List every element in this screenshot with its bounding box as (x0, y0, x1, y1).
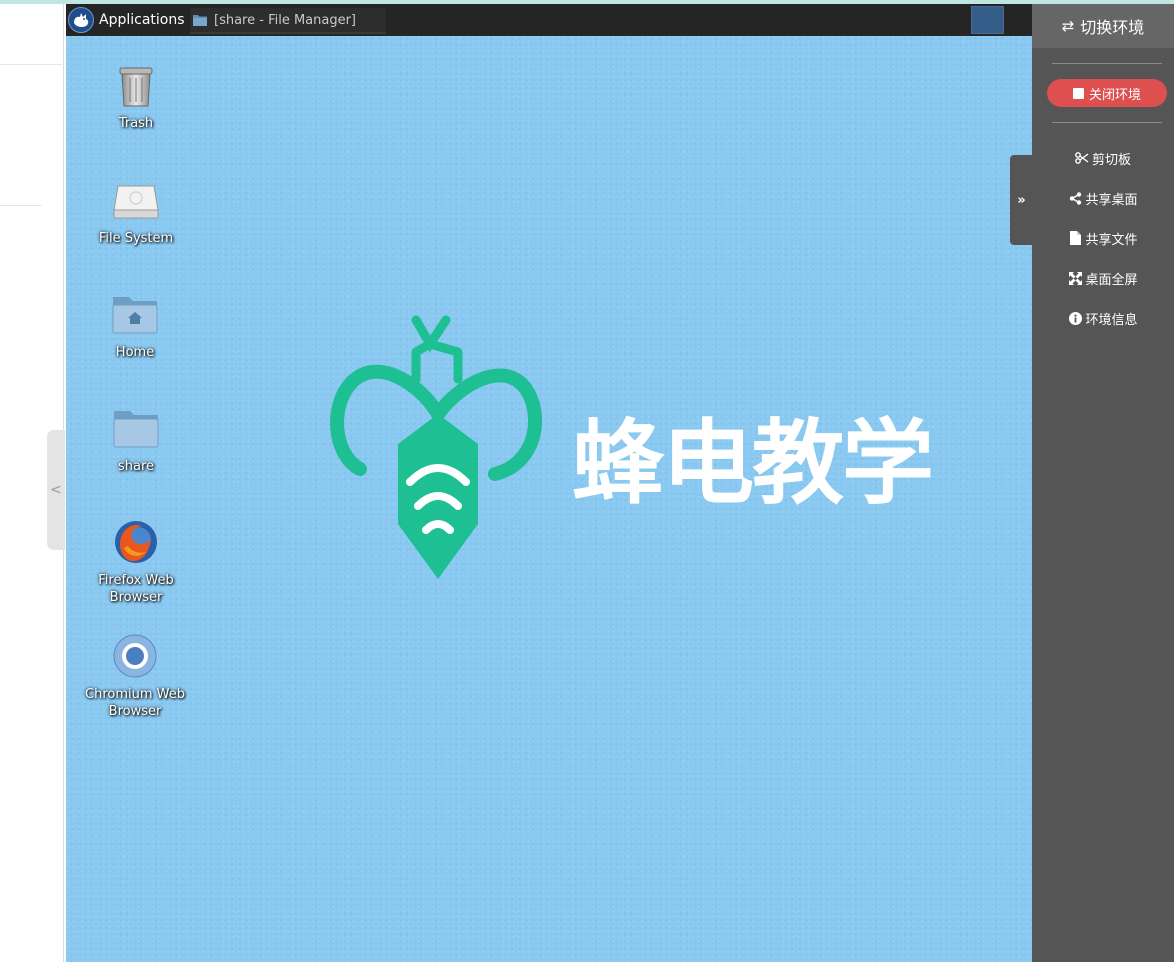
info-icon (1068, 311, 1082, 325)
applications-menu-button[interactable]: Applications (68, 7, 185, 33)
desktop-icon-share[interactable]: share (76, 402, 196, 475)
share-desktop-label: 共享桌面 (1085, 192, 1138, 208)
fullscreen-button[interactable]: 桌面全屏 (1032, 265, 1174, 291)
switch-env-button[interactable]: ⇄ 切换环境 (1032, 4, 1174, 48)
brand-bee-logo (330, 314, 550, 588)
expand-toolbar-button[interactable]: » (1010, 155, 1033, 245)
stop-square-icon (1072, 87, 1084, 99)
swap-arrows-icon: ⇄ (1061, 17, 1075, 35)
remote-desktop[interactable]: Applications [share - File Manager] Tras… (66, 4, 1032, 962)
switch-env-label: 切换环境 (1080, 18, 1145, 37)
desktop-icon-label: Trash (118, 116, 154, 131)
close-env-button[interactable]: 关闭环境 (1047, 79, 1167, 107)
desktop-icon-label: File System (98, 231, 174, 246)
desktop-icon-firefox[interactable]: Firefox Web Browser (76, 516, 196, 606)
fullscreen-label: 桌面全屏 (1085, 272, 1138, 288)
share-desktop-button[interactable]: 共享桌面 (1032, 185, 1174, 211)
xfce-logo-icon (68, 7, 94, 33)
trash-icon (110, 59, 162, 111)
close-env-label: 关闭环境 (1088, 87, 1141, 103)
share-icon (1068, 191, 1082, 205)
clipboard-label: 剪切板 (1091, 152, 1131, 168)
desktop-icon-home[interactable]: Home (75, 288, 195, 361)
desktop-icon-file-system[interactable]: File System (76, 174, 196, 247)
drive-icon (110, 174, 162, 226)
app-root: < Applications [share - File Manager] Tr… (0, 0, 1174, 962)
desktop-icon-chromium[interactable]: Chromium Web Browser (75, 630, 195, 720)
toolbar-divider (1052, 63, 1162, 64)
folder-icon (193, 15, 207, 26)
desktop-icon-label: Firefox Web Browser (98, 573, 174, 605)
toolbar-divider (1052, 122, 1162, 123)
workspace-switcher[interactable] (971, 6, 1004, 34)
scissors-icon (1075, 151, 1089, 165)
applications-label: Applications (99, 12, 185, 28)
env-info-label: 环境信息 (1085, 312, 1138, 328)
chevron-left-icon: < (50, 482, 62, 498)
divider (0, 205, 42, 206)
desktop-top-panel: Applications [share - File Manager] (66, 4, 1032, 36)
share-files-label: 共享文件 (1085, 232, 1138, 248)
folder-icon (110, 402, 162, 454)
divider (0, 64, 64, 65)
collapse-panel-button[interactable]: < (47, 430, 65, 550)
file-icon (1068, 231, 1082, 245)
desktop-icon-label: Home (115, 345, 155, 360)
taskbar-window-button[interactable]: [share - File Manager] (190, 8, 386, 34)
desktop-icon-label: Chromium Web Browser (85, 687, 185, 719)
chromium-icon (109, 630, 161, 682)
double-chevron-right-icon: » (1017, 192, 1026, 208)
brand-text: 蜂电教学 (572, 410, 934, 517)
share-files-button[interactable]: 共享文件 (1032, 225, 1174, 251)
env-toolbar: ⇄ 切换环境 关闭环境 剪切板 共享桌面 共享文件 桌面全屏 环境信息 (1032, 4, 1174, 962)
firefox-icon (110, 516, 162, 568)
clipboard-button[interactable]: 剪切板 (1032, 145, 1174, 171)
fullscreen-icon (1068, 271, 1082, 285)
env-info-button[interactable]: 环境信息 (1032, 305, 1174, 331)
home-folder-icon (109, 288, 161, 340)
desktop-icon-label: share (117, 459, 155, 474)
taskbar-window-label: [share - File Manager] (214, 12, 357, 28)
desktop-icon-trash[interactable]: Trash (76, 59, 196, 132)
